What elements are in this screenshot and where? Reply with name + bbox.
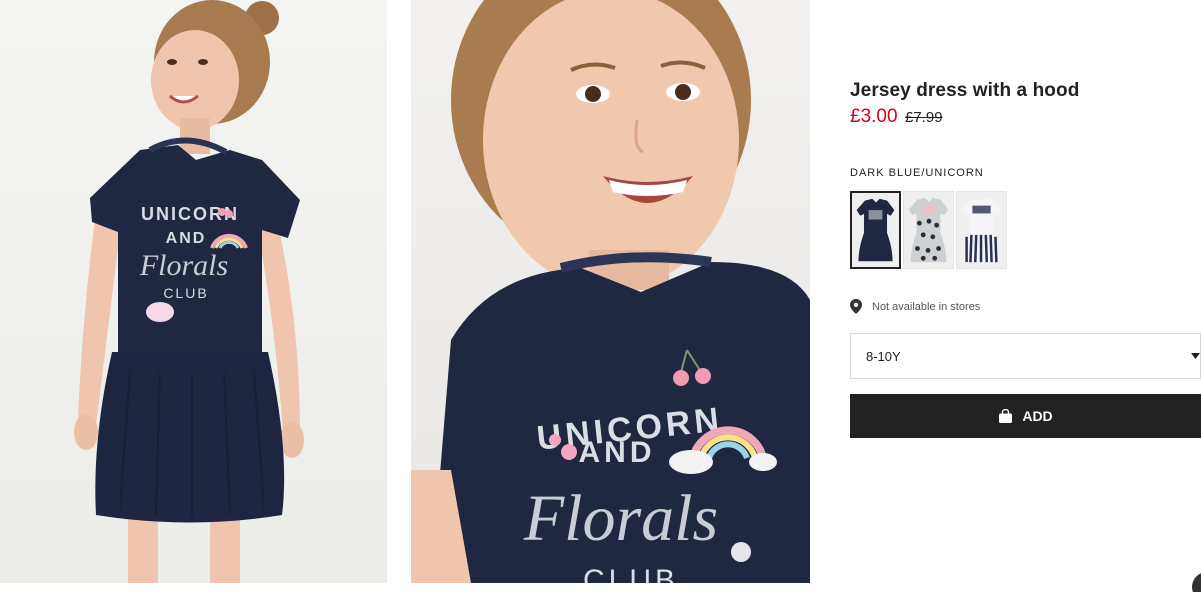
size-select[interactable]: 8-10Y (850, 333, 1201, 379)
original-price: £7.99 (905, 109, 943, 126)
add-to-bag-button[interactable]: ADD (850, 394, 1201, 438)
size-selected-value: 8-10Y (866, 349, 901, 364)
chevron-down-icon (1191, 353, 1200, 359)
model-full-body-illustration: UNICORN AND Florals CLUB (74, 0, 304, 583)
dress-thumbnail-grey (904, 192, 953, 268)
print-line-2: AND (166, 230, 207, 247)
model-closeup-illustration: UNICORN AND Florals CLUB (411, 0, 810, 583)
dress-thumbnail-navy (852, 193, 899, 267)
print-line-4: CLUB (163, 285, 208, 301)
closeup-print-line-2: AND (579, 436, 656, 469)
store-availability: Not available in stores (850, 299, 980, 314)
product-title: Jersey dress with a hood (850, 80, 1080, 101)
location-pin-icon (850, 299, 862, 314)
closeup-print-line-3: Florals (523, 482, 718, 555)
selected-color-name: DARK BLUE/UNICORN (850, 167, 984, 179)
print-line-3: Florals (139, 249, 228, 282)
swatch-dark-blue-unicorn[interactable] (850, 191, 901, 269)
store-availability-text: Not available in stores (872, 300, 981, 313)
color-swatches (850, 191, 1007, 269)
shopping-bag-icon (999, 409, 1013, 423)
product-image-main[interactable]: UNICORN AND Florals CLUB (0, 0, 387, 583)
swatch-white-striped[interactable] (956, 191, 1007, 269)
swatch-grey-spotted[interactable] (903, 191, 954, 269)
product-image-closeup[interactable]: UNICORN AND Florals CLUB (411, 0, 810, 583)
sale-price: £3.00 (850, 106, 898, 127)
closeup-print-line-4: CLUB (583, 564, 679, 583)
product-details-panel: Jersey dress with a hood £3.00 £7.99 DAR… (850, 0, 1201, 592)
price-row: £3.00 £7.99 (850, 106, 943, 128)
dress-thumbnail-striped (957, 192, 1006, 268)
add-button-label: ADD (1022, 408, 1053, 424)
